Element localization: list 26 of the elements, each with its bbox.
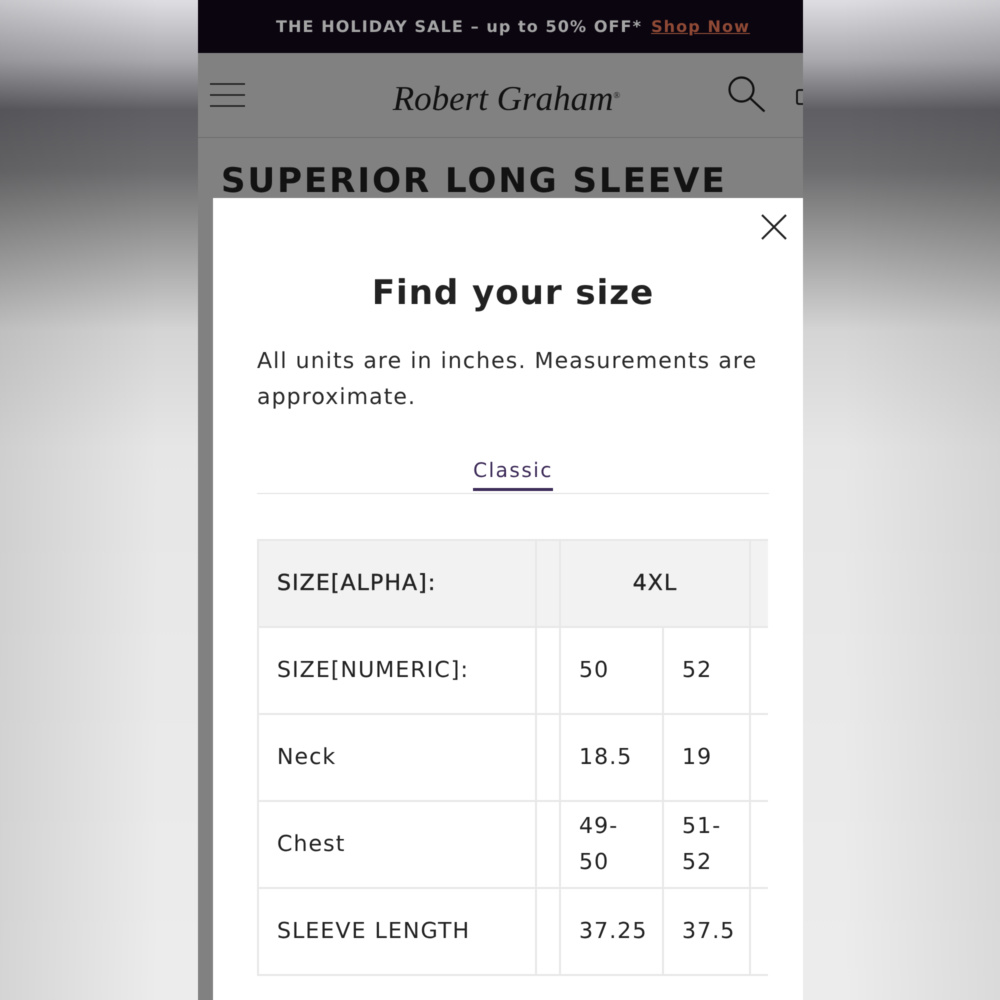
table-cell: SLEEVE LENGTH — [258, 888, 536, 975]
table-cell: SIZE[NUMERIC]: — [258, 627, 536, 714]
table-cell: 49-50 — [560, 801, 663, 888]
brand-logo[interactable]: Robert Graham$^{®}$ — [392, 70, 620, 120]
promo-text: THE HOLIDAY SALE – up to 50% OFF* — [276, 17, 642, 36]
table-cell: 18.5 — [560, 714, 663, 801]
table-cell: Chest — [258, 801, 536, 888]
size-tab[interactable]: Classic — [473, 458, 553, 491]
table-cell: 37.5 — [663, 888, 750, 975]
table-cell: 52 — [663, 627, 750, 714]
bag-icon[interactable] — [796, 89, 803, 105]
table-cell: 37.25 — [560, 888, 663, 975]
table-cell: Neck — [258, 714, 536, 801]
table-cell: 50 — [560, 627, 663, 714]
table-cell: 19 — [663, 714, 750, 801]
menu-icon[interactable] — [210, 83, 245, 107]
search-icon[interactable] — [728, 76, 766, 112]
table-cell: 51-52 — [663, 801, 750, 888]
close-icon — [761, 214, 787, 240]
table-header-cell: 4XL — [560, 540, 750, 627]
modal-title: Find your size — [370, 273, 656, 313]
close-button[interactable] — [761, 214, 787, 240]
table-header-cell: SIZE[ALPHA]: — [258, 540, 536, 627]
page-title: SUPERIOR LONG SLEEVE — [221, 164, 728, 198]
shop-now-link[interactable]: Shop Now — [651, 17, 750, 36]
units-note: All units are in inches. Measurements are approximate. — [257, 348, 758, 412]
